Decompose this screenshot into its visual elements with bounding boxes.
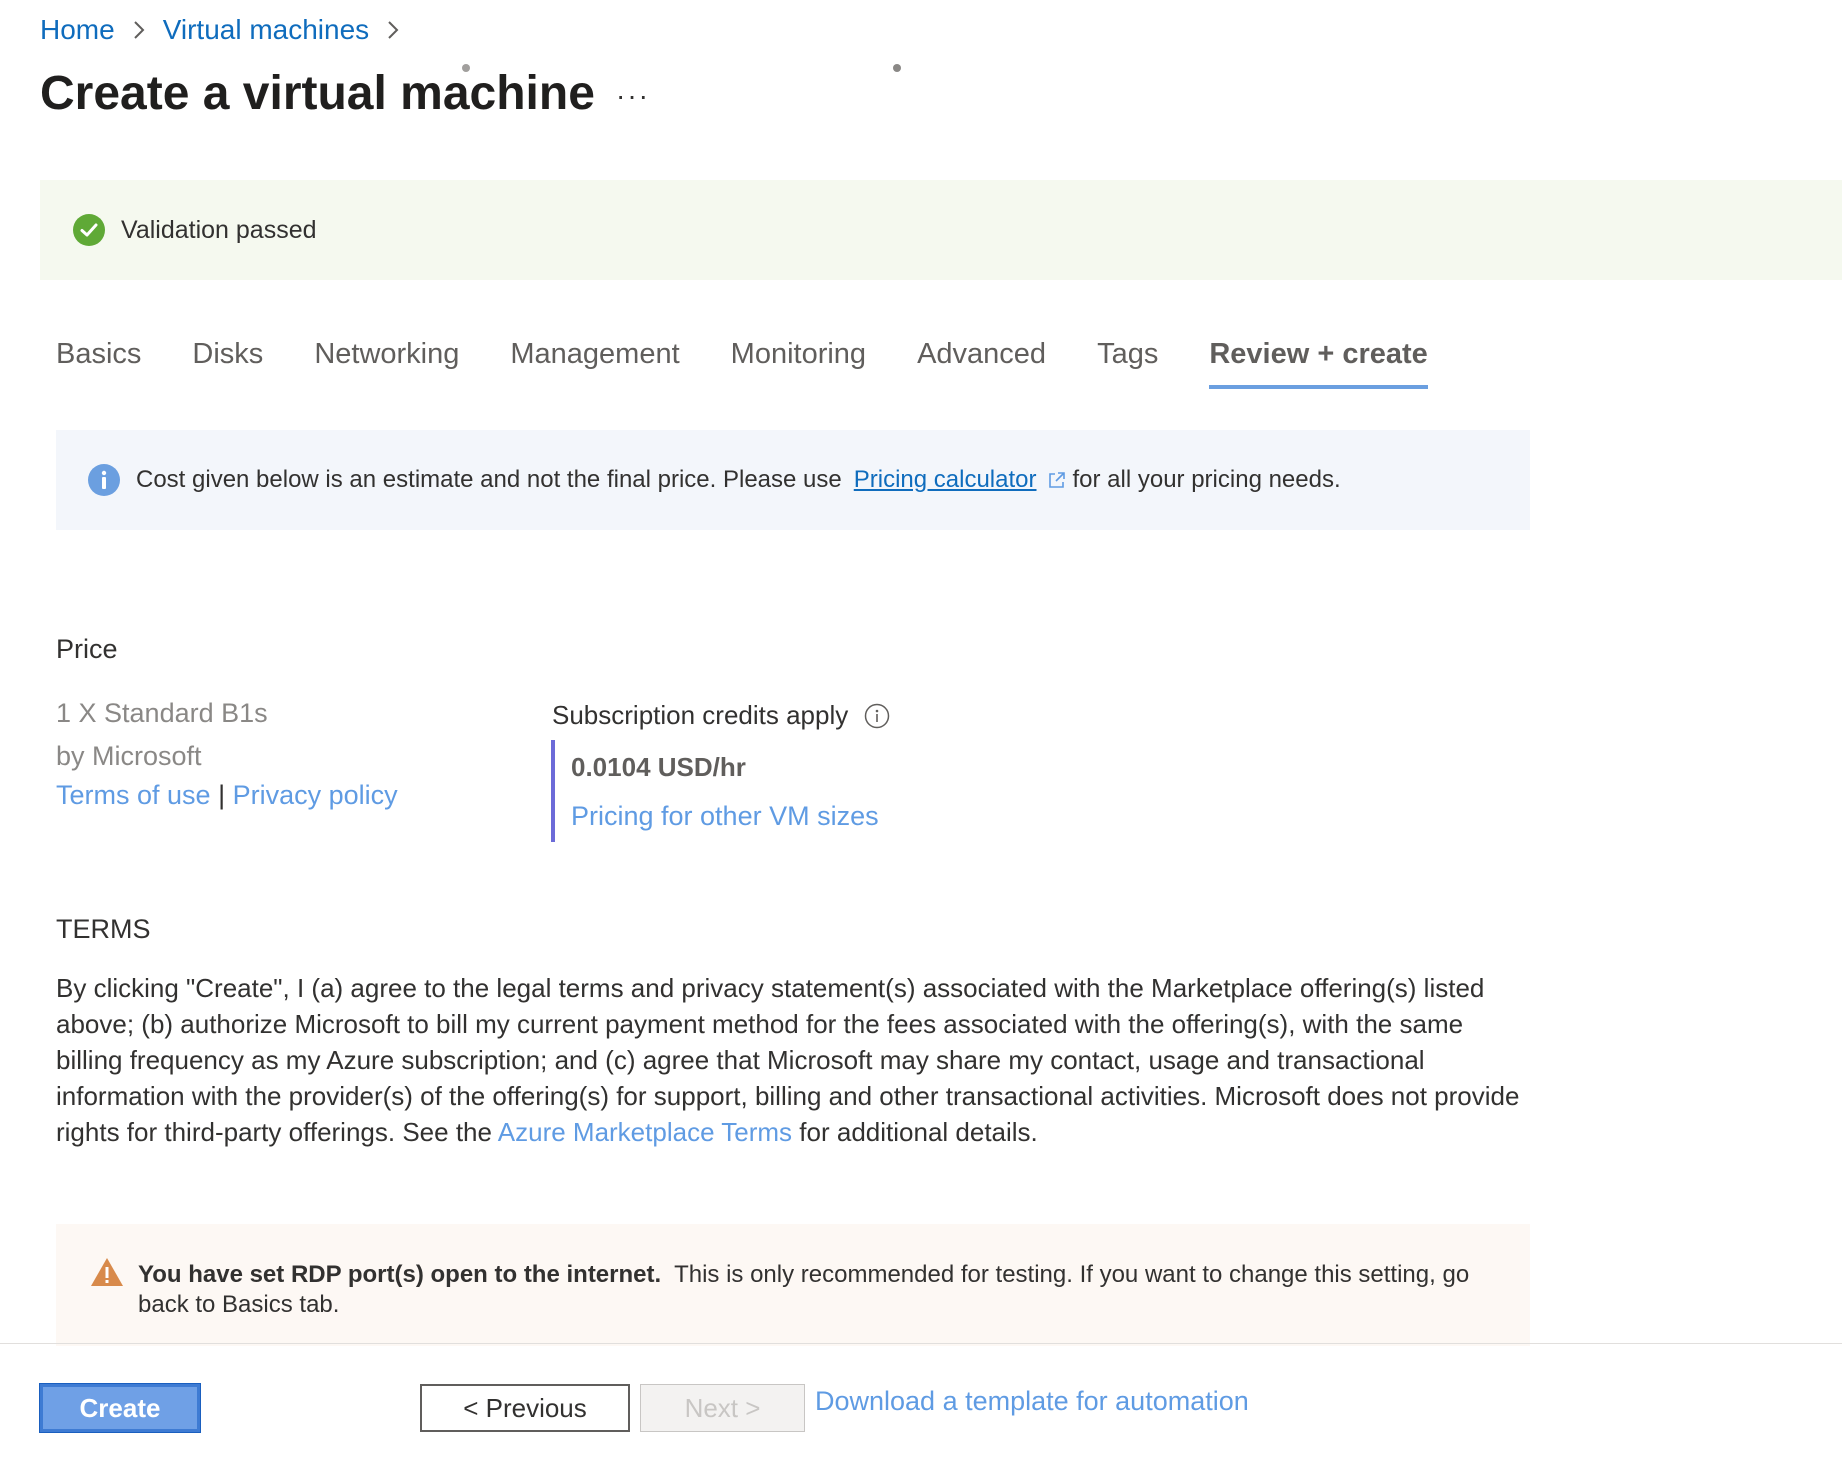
next-button[interactable]: Next > xyxy=(640,1384,805,1432)
price-box: 0.0104 USD/hr Pricing for other VM sizes xyxy=(551,740,879,842)
chevron-right-icon xyxy=(131,20,147,40)
tab-review-create[interactable]: Review + create xyxy=(1209,338,1428,389)
breadcrumb-home-link[interactable]: Home xyxy=(40,14,115,46)
terms-of-use-link[interactable]: Terms of use xyxy=(56,780,211,810)
credits-label: Subscription credits apply xyxy=(552,700,849,730)
azure-marketplace-terms-link[interactable]: Azure Marketplace Terms xyxy=(498,1117,792,1147)
subscription-credits: Subscription credits apply xyxy=(552,700,890,731)
breadcrumb: Home Virtual machines xyxy=(40,14,417,46)
tab-monitoring[interactable]: Monitoring xyxy=(731,338,866,389)
price-section-title: Price xyxy=(56,634,118,664)
check-circle-icon xyxy=(73,214,105,246)
terms-title: TERMS xyxy=(56,914,151,944)
info-outline-icon[interactable] xyxy=(864,703,890,729)
breadcrumb-virtual-machines-link[interactable]: Virtual machines xyxy=(163,14,369,46)
tab-disks[interactable]: Disks xyxy=(192,338,263,389)
warning-text: You have set RDP port(s) open to the int… xyxy=(138,1260,1508,1320)
pricing-calculator-link[interactable]: Pricing calculator xyxy=(854,466,1037,494)
external-link-icon xyxy=(1048,472,1065,488)
privacy-policy-link[interactable]: Privacy policy xyxy=(233,780,398,810)
cost-info-bar: Cost given below is an estimate and not … xyxy=(56,430,1530,530)
publisher: by Microsoft xyxy=(56,741,202,771)
tab-basics[interactable]: Basics xyxy=(56,338,141,389)
validation-text: Validation passed xyxy=(121,215,317,244)
terms-body: By clicking "Create", I (a) agree to the… xyxy=(56,970,1536,1150)
tab-advanced[interactable]: Advanced xyxy=(917,338,1046,389)
tab-networking[interactable]: Networking xyxy=(314,338,459,389)
warning-triangle-icon xyxy=(91,1258,123,1286)
previous-button[interactable]: < Previous xyxy=(420,1384,630,1432)
plan-links: Terms of use | Privacy policy xyxy=(56,780,398,811)
terms-text-after: for additional details. xyxy=(799,1117,1038,1147)
create-button[interactable]: Create xyxy=(39,1383,201,1433)
chevron-right-icon xyxy=(385,20,401,40)
price-amount: 0.0104 USD/hr xyxy=(571,752,746,782)
download-template-link[interactable]: Download a template for automation xyxy=(815,1386,1249,1417)
more-options-button[interactable]: ··· xyxy=(616,80,650,112)
info-icon xyxy=(88,464,120,496)
tab-tags[interactable]: Tags xyxy=(1097,338,1158,389)
rdp-warning-banner: You have set RDP port(s) open to the int… xyxy=(56,1224,1530,1346)
plan-name: 1 X Standard B1s xyxy=(56,698,268,728)
link-separator: | xyxy=(218,780,226,810)
cost-info-text-after: for all your pricing needs. xyxy=(1072,466,1341,493)
warning-bold-text: You have set RDP port(s) open to the int… xyxy=(138,1261,662,1288)
page-title: Create a virtual machine xyxy=(40,67,595,120)
pricing-other-vm-sizes-link[interactable]: Pricing for other VM sizes xyxy=(571,801,879,832)
decorative-dot xyxy=(893,64,901,72)
validation-banner: Validation passed xyxy=(40,180,1842,280)
tab-management[interactable]: Management xyxy=(510,338,679,389)
tab-bar: Basics Disks Networking Management Monit… xyxy=(56,338,1479,389)
footer-divider xyxy=(0,1343,1842,1344)
cost-info-text: Cost given below is an estimate and not … xyxy=(136,466,842,493)
